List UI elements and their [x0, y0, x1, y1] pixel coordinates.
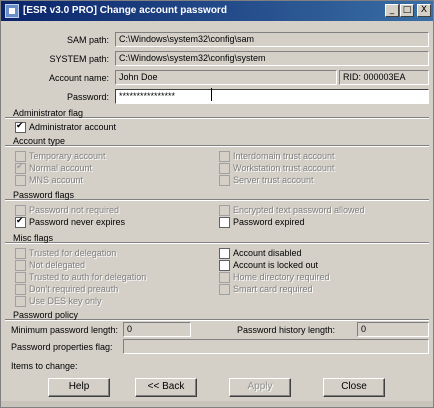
system-path-field: C:\Windows\system32\config\system [115, 51, 429, 66]
bottom-edge [1, 401, 433, 407]
account-name-field: John Doe [115, 70, 337, 85]
maximize-button[interactable]: □ [400, 4, 414, 17]
apply-button[interactable]: Apply [229, 378, 291, 397]
account-type-heading: Account type [13, 136, 66, 146]
window-title: [ESR v3.0 PRO] Change account password [23, 5, 227, 16]
password-properties-field[interactable] [123, 339, 429, 354]
password-history-length-field[interactable]: 0 [357, 322, 429, 337]
sam-path-field: C:\Windows\system32\config\sam [115, 32, 429, 47]
password-policy-heading: Password policy [13, 310, 79, 320]
min-password-length-label: Minimum password length: [11, 325, 119, 335]
app-icon [5, 4, 19, 18]
password-flags-heading: Password flags [13, 190, 75, 200]
text-cursor [211, 88, 212, 101]
misc-flags-section: Misc flags [5, 233, 429, 244]
minimize-button[interactable]: _ [385, 4, 399, 17]
items-to-change-label: Items to change: [11, 361, 78, 371]
password-policy-section: Password policy [5, 310, 429, 321]
close-window-button[interactable]: X [417, 4, 431, 17]
password-label: Password: [66, 92, 109, 102]
close-button[interactable]: Close [323, 378, 385, 397]
help-button[interactable]: Help [48, 378, 110, 397]
back-button[interactable]: << Back [135, 378, 197, 397]
password-history-length-label: Password history length: [237, 325, 336, 335]
change-password-window: [ESR v3.0 PRO] Change account password _… [0, 0, 434, 408]
min-password-length-field[interactable]: 0 [123, 322, 191, 337]
system-path-label: SYSTEM path: [49, 54, 109, 64]
misc-flags-heading: Misc flags [13, 233, 54, 243]
password-input[interactable]: **************** [115, 89, 429, 104]
account-name-label: Account name: [48, 73, 109, 83]
password-properties-label: Password properties flag: [11, 342, 113, 352]
admin-flag-section: Administrator flag [5, 108, 429, 119]
password-flags-section: Password flags [5, 190, 429, 201]
sam-path-label: SAM path: [66, 35, 109, 45]
account-type-section: Account type [5, 136, 429, 147]
admin-flag-heading: Administrator flag [13, 108, 84, 118]
rid-field: RID: 000003EA [339, 70, 429, 85]
title-bar[interactable]: [ESR v3.0 PRO] Change account password _… [1, 1, 433, 21]
